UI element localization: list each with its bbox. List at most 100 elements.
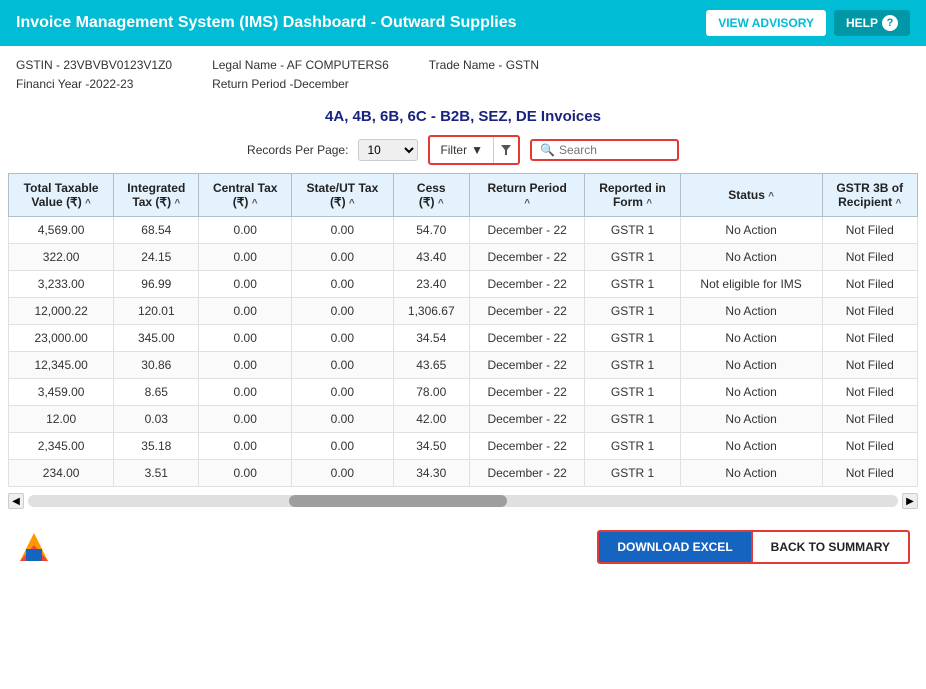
col-gstr3b[interactable]: GSTR 3B ofRecipient ^ [822,174,918,217]
return-period-label: Return Period -December [212,75,389,94]
cell-central-tax: 0.00 [199,352,292,379]
cell-cess: 42.00 [393,406,469,433]
col-status[interactable]: Status ^ [680,174,822,217]
cell-cess: 54.70 [393,217,469,244]
cell-state-ut-tax: 0.00 [292,271,394,298]
table-row: 234.003.510.000.0034.30December - 22GSTR… [9,460,918,487]
table-row: 3,459.008.650.000.0078.00December - 22GS… [9,379,918,406]
meta-gstin-year: GSTIN - 23VBVBV0123V1Z0 Financi Year -20… [16,56,172,94]
col-central-tax[interactable]: Central Tax(₹) ^ [199,174,292,217]
cell-integrated-tax: 3.51 [114,460,199,487]
financial-year-label: Financi Year -2022-23 [16,75,172,94]
table-row: 12,345.0030.860.000.0043.65December - 22… [9,352,918,379]
scrollbar-track[interactable] [28,495,898,507]
cell-integrated-tax: 24.15 [114,244,199,271]
search-input[interactable] [559,143,669,157]
legal-name-label: Legal Name - AF COMPUTERS6 [212,56,389,75]
help-button[interactable]: HELP ? [834,10,910,36]
table-row: 2,345.0035.180.000.0034.50December - 22G… [9,433,918,460]
header-buttons: VIEW ADVISORY HELP ? [706,10,910,36]
cell-cess: 43.40 [393,244,469,271]
cell-status: No Action [680,352,822,379]
cell-integrated-tax: 35.18 [114,433,199,460]
col-return-period[interactable]: Return Period^ [469,174,584,217]
cell-status: No Action [680,298,822,325]
col-reported-in-form[interactable]: Reported inForm ^ [585,174,680,217]
cell-gstr3b: Not Filed [822,325,918,352]
col-taxable-value[interactable]: Total TaxableValue (₹) ^ [9,174,114,217]
filter-funnel-icon[interactable] [494,141,518,159]
cell-state-ut-tax: 0.00 [292,352,394,379]
search-box: 🔍 [530,139,679,161]
cell-taxable-value: 4,569.00 [9,217,114,244]
cell-integrated-tax: 68.54 [114,217,199,244]
col-integrated-tax[interactable]: IntegratedTax (₹) ^ [114,174,199,217]
cell-central-tax: 0.00 [199,460,292,487]
scrollbar-thumb[interactable] [289,495,507,507]
cell-cess: 43.65 [393,352,469,379]
cell-gstr3b: Not Filed [822,433,918,460]
cell-reported-in-form: GSTR 1 [585,379,680,406]
help-label: HELP [846,16,878,30]
footer-logo [16,529,52,565]
records-per-page-select[interactable]: 5 10 25 50 100 [358,139,418,161]
cell-reported-in-form: GSTR 1 [585,271,680,298]
cell-reported-in-form: GSTR 1 [585,244,680,271]
trade-name-label: Trade Name - GSTN [429,56,539,75]
cell-state-ut-tax: 0.00 [292,460,394,487]
cell-return-period: December - 22 [469,244,584,271]
meta-trade: Trade Name - GSTN [429,56,539,94]
cell-integrated-tax: 345.00 [114,325,199,352]
cell-gstr3b: Not Filed [822,406,918,433]
cell-status: No Action [680,379,822,406]
cell-status: No Action [680,433,822,460]
cell-state-ut-tax: 0.00 [292,379,394,406]
records-per-page-label: Records Per Page: [247,143,348,157]
cell-state-ut-tax: 0.00 [292,433,394,460]
table-row: 12.000.030.000.0042.00December - 22GSTR … [9,406,918,433]
view-advisory-button[interactable]: VIEW ADVISORY [706,10,826,36]
cell-status: No Action [680,217,822,244]
cell-state-ut-tax: 0.00 [292,406,394,433]
cell-reported-in-form: GSTR 1 [585,433,680,460]
cell-central-tax: 0.00 [199,271,292,298]
download-excel-button[interactable]: DOWNLOAD EXCEL [597,530,752,564]
cell-gstr3b: Not Filed [822,460,918,487]
cell-taxable-value: 322.00 [9,244,114,271]
scroll-area: ◀ ▶ [0,487,926,515]
col-cess[interactable]: Cess(₹) ^ [393,174,469,217]
meta-bar: GSTIN - 23VBVBV0123V1Z0 Financi Year -20… [0,46,926,100]
filter-icon[interactable]: ▼ [471,143,483,157]
cell-taxable-value: 23,000.00 [9,325,114,352]
cell-taxable-value: 12.00 [9,406,114,433]
cell-status: No Action [680,406,822,433]
table-header-row: Total TaxableValue (₹) ^ IntegratedTax (… [9,174,918,217]
table-row: 12,000.22120.010.000.001,306.67December … [9,298,918,325]
cell-gstr3b: Not Filed [822,244,918,271]
filter-box: Filter ▼ [428,135,520,165]
page-title: Invoice Management System (IMS) Dashboar… [16,14,517,32]
filter-label: Filter ▼ [430,140,493,160]
cell-gstr3b: Not Filed [822,352,918,379]
cell-central-tax: 0.00 [199,379,292,406]
cell-state-ut-tax: 0.00 [292,325,394,352]
cell-return-period: December - 22 [469,352,584,379]
cell-status: No Action [680,325,822,352]
col-state-ut-tax[interactable]: State/UT Tax(₹) ^ [292,174,394,217]
scroll-left-button[interactable]: ◀ [8,493,24,509]
cell-state-ut-tax: 0.00 [292,217,394,244]
scroll-right-button[interactable]: ▶ [902,493,918,509]
cell-central-tax: 0.00 [199,406,292,433]
help-icon: ? [882,15,898,31]
back-to-summary-button[interactable]: BACK TO SUMMARY [753,530,910,564]
cell-reported-in-form: GSTR 1 [585,217,680,244]
cell-cess: 34.30 [393,460,469,487]
cell-return-period: December - 22 [469,433,584,460]
header: Invoice Management System (IMS) Dashboar… [0,0,926,46]
cell-central-tax: 0.00 [199,298,292,325]
cell-cess: 78.00 [393,379,469,406]
cell-reported-in-form: GSTR 1 [585,352,680,379]
cell-taxable-value: 234.00 [9,460,114,487]
cell-taxable-value: 12,000.22 [9,298,114,325]
cell-return-period: December - 22 [469,271,584,298]
